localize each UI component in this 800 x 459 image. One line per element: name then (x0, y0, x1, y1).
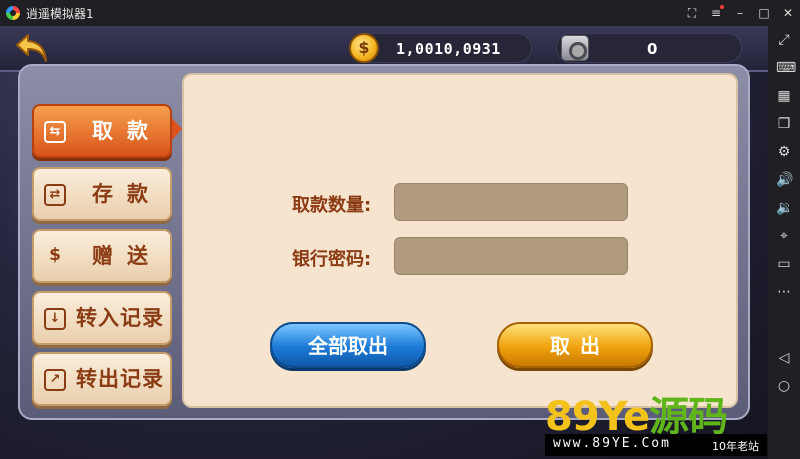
android-home-icon[interactable]: ○ (776, 378, 792, 394)
emulator-titlebar: 逍遥模拟器1 ⛶ ≡ – □ ✕ (0, 0, 800, 26)
gold-coin-icon: $ (349, 33, 379, 63)
tab-label: 转入记录 (76, 306, 164, 330)
screenshot-icon[interactable]: ⛶ (686, 7, 698, 19)
tab-withdraw[interactable]: ⇆ 取款 (32, 104, 172, 158)
password-input[interactable] (394, 237, 628, 275)
close-icon[interactable]: ✕ (782, 7, 794, 19)
safe-box-icon (561, 35, 589, 61)
macro-icon[interactable]: ▦ (776, 88, 792, 104)
bank-value: 0 (647, 40, 658, 58)
settings-icon[interactable]: ⚙ (776, 144, 792, 160)
tab-transfer-in-records[interactable]: ↓ 转入记录 (32, 291, 172, 345)
coin-balance: $ 1,0010,0931 (349, 33, 532, 63)
back-arrow-icon[interactable] (14, 31, 50, 65)
password-label: 银行密码: (292, 249, 372, 270)
watermark-tag: 10年老站 (712, 440, 759, 453)
window-controls: ⛶ ≡ – □ ✕ (686, 0, 794, 26)
folder-icon[interactable]: ▭ (776, 256, 792, 272)
tab-label: 存款 (92, 182, 162, 206)
transfer-out-icon: ↗ (44, 369, 66, 391)
emulator-window: 逍遥模拟器1 ⛶ ≡ – □ ✕ ⤢ ⌨ ▦ ❐ ⚙ 🔊 🔉 ⌖ ▭ ⋯ ◁ ○ (0, 0, 800, 459)
keyboard-icon[interactable]: ⌨ (776, 60, 796, 76)
watermark-url: www.89YE.Com (553, 436, 671, 451)
tab-transfer-out-records[interactable]: ↗ 转出记录 (32, 352, 172, 406)
notification-dot (720, 5, 724, 9)
amount-input[interactable] (394, 183, 628, 221)
tab-label: 取款 (92, 119, 162, 143)
amount-label: 取款数量: (292, 195, 372, 216)
deposit-icon: ⇄ (44, 184, 66, 206)
withdraw-all-button[interactable]: 全部取出 (270, 322, 426, 368)
fullscreen-icon[interactable]: ⤢ (776, 32, 792, 48)
tab-label: 转出记录 (76, 367, 164, 391)
watermark: 89Ye源码 www.89YE.Com 10年老站 (545, 384, 767, 456)
bank-balance: 0 (556, 33, 742, 63)
coin-value: 1,0010,0931 (396, 40, 501, 58)
tab-deposit[interactable]: ⇄ 存款 (32, 167, 172, 221)
gift-money-icon: $ (49, 245, 61, 265)
multi-window-icon[interactable]: ❐ (776, 116, 792, 132)
tab-gift[interactable]: $ 赠送 (32, 229, 172, 283)
more-icon[interactable]: ⋯ (776, 284, 792, 300)
minimize-icon[interactable]: – (734, 7, 746, 19)
android-back-icon[interactable]: ◁ (776, 350, 792, 366)
withdraw-icon: ⇆ (44, 121, 66, 143)
transfer-in-icon: ↓ (44, 308, 66, 330)
volume-up-icon[interactable]: 🔊 (776, 172, 793, 188)
emulator-side-toolbar: ⤢ ⌨ ▦ ❐ ⚙ 🔊 🔉 ⌖ ▭ ⋯ ◁ ○ (768, 26, 800, 459)
withdraw-button[interactable]: 取出 (497, 322, 653, 368)
menu-icon[interactable]: ≡ (710, 5, 724, 19)
tab-label: 赠送 (92, 244, 162, 268)
maximize-icon[interactable]: □ (758, 7, 770, 19)
volume-down-icon[interactable]: 🔉 (776, 200, 793, 216)
window-title: 逍遥模拟器1 (26, 6, 94, 21)
active-tab-pointer (172, 118, 182, 140)
emulator-logo-icon (6, 6, 20, 20)
location-icon[interactable]: ⌖ (776, 228, 792, 244)
